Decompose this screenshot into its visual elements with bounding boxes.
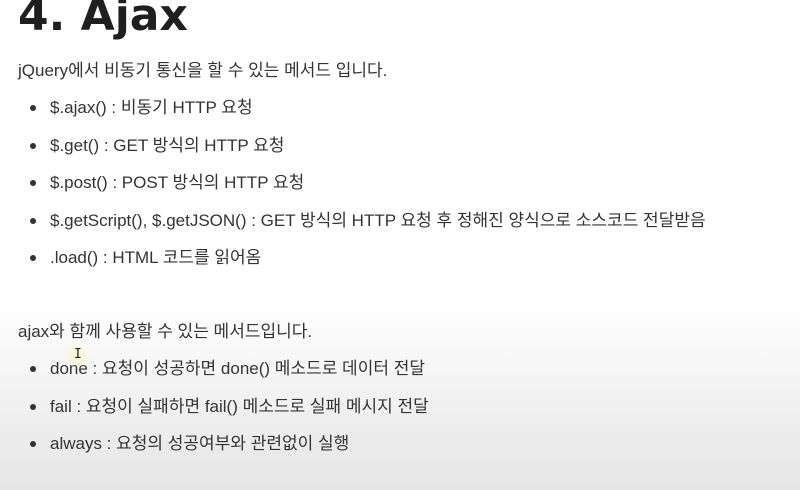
list-item-text: done : 요청이 성공하면 done() 메소드로 데이터 전달	[50, 359, 425, 378]
bullet-dot	[30, 142, 36, 149]
ajax-methods-intro: ajax와 함께 사용할 수 있는 메서드입니다.	[18, 322, 313, 341]
list-item: fail : 요청이 실패하면 fail() 메소드로 실패 메시지 전달	[0, 395, 429, 433]
text-cursor-icon: I	[74, 347, 82, 362]
bullet-dot	[30, 105, 36, 111]
bullet-dot	[30, 441, 36, 447]
bullet-dot	[30, 403, 36, 410]
bullet-dot	[30, 366, 36, 372]
page-title: 4. Ajax	[18, 0, 188, 41]
list-item-text: $.get() : GET 방식의 HTTP 요청	[50, 135, 285, 155]
list-item-text: $.getScript(), $.getJSON() : GET 방식의 HTT…	[50, 210, 706, 230]
list-item-text: always : 요청의 성공여부와 관련없이 실행	[50, 434, 350, 453]
bullet-dot	[30, 255, 36, 261]
bullet-dot	[30, 180, 36, 186]
list-item: $.get() : GET 방식의 HTTP 요청	[0, 134, 706, 172]
ajax-methods-list: done : 요청이 성공하면 done() 메소드로 데이터 전달 fail …	[0, 357, 429, 470]
list-item: .load() : HTML 코드를 읽어옴	[0, 246, 706, 284]
list-item: $.ajax() : 비동기 HTTP 요청	[0, 96, 706, 134]
list-item-text: $.ajax() : 비동기 HTTP 요청	[50, 98, 253, 117]
list-item: $.getScript(), $.getJSON() : GET 방식의 HTT…	[0, 209, 706, 247]
jquery-methods-list: $.ajax() : 비동기 HTTP 요청 $.get() : GET 방식의…	[0, 96, 706, 284]
list-item: always : 요청의 성공여부와 관련없이 실행	[0, 432, 429, 470]
jquery-methods-intro: jQuery에서 비동기 통신을 할 수 있는 메서드 입니다.	[18, 61, 388, 80]
list-item-text: $.post() : POST 방식의 HTTP 요청	[50, 173, 305, 192]
list-item: $.post() : POST 방식의 HTTP 요청	[0, 171, 706, 209]
list-item-text: .load() : HTML 코드를 읽어옴	[50, 248, 262, 267]
bullet-dot	[30, 217, 36, 224]
list-item-text: fail : 요청이 실패하면 fail() 메소드로 실패 메시지 전달	[50, 396, 429, 416]
